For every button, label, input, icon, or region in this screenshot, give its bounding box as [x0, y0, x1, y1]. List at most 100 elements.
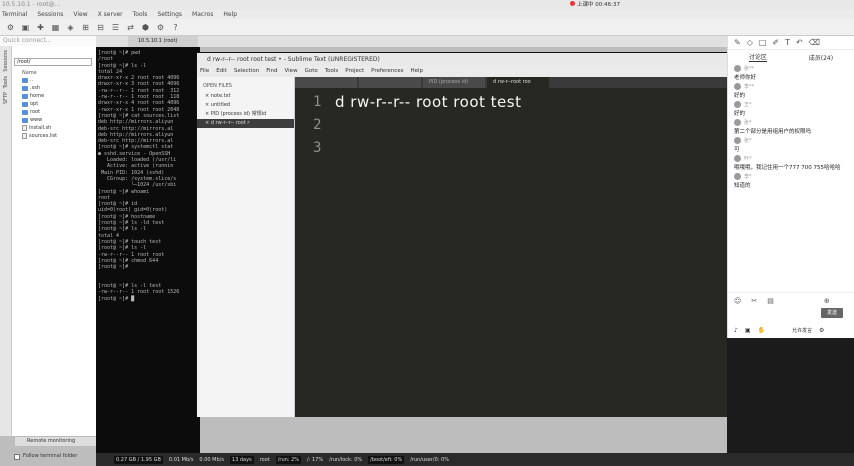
status-up: 0.01 Mb/s [168, 456, 194, 463]
smenu-goto[interactable]: Goto [305, 66, 318, 77]
emoji-icon[interactable]: ☺ [734, 297, 741, 305]
smenu-selection[interactable]: Selection [234, 66, 259, 77]
folder-icon [22, 93, 28, 99]
session-tab[interactable]: 10.5.10.1 (root) [128, 36, 198, 47]
smenu-find[interactable]: Find [266, 66, 277, 77]
file-item[interactable]: www [12, 116, 96, 124]
menu-tools[interactable]: Tools [133, 10, 148, 19]
code-line[interactable]: d rw-r--r-- root root test [335, 93, 521, 111]
status-user: root [259, 456, 270, 463]
smenu-tools[interactable]: Tools [325, 66, 339, 77]
session-icon[interactable]: ⚙ [6, 23, 15, 32]
chat-message: 王* 好的 [734, 101, 752, 117]
path-input[interactable]: /root/ [14, 58, 92, 66]
menu-view[interactable]: View [73, 10, 87, 19]
file-item[interactable]: .ssh [12, 84, 96, 92]
menu-terminal[interactable]: Terminal [2, 10, 27, 19]
avatar [734, 119, 741, 126]
follow-terminal-folder[interactable]: Follow terminal folder [14, 452, 98, 461]
settings-icon[interactable]: ⚙ [156, 23, 165, 32]
chat-message: 张* 第二个部分是用组用户的权限吗 [734, 119, 812, 135]
help-icon[interactable]: ? [171, 23, 180, 32]
clear-icon[interactable]: ⌫ [809, 38, 820, 47]
editor-tab[interactable] [359, 77, 421, 88]
undo-icon[interactable]: ↶ [796, 38, 803, 47]
menu-macros[interactable]: Macros [192, 10, 213, 19]
mic-icon[interactable]: ♪ [734, 327, 738, 334]
rect-icon[interactable]: □ [759, 38, 767, 47]
smenu-project[interactable]: Project [345, 66, 364, 77]
file-item[interactable]: opt [12, 100, 96, 108]
gear-icon[interactable]: ⚙ [819, 327, 824, 334]
view-icon[interactable]: ⊞ [81, 23, 90, 32]
image-icon[interactable]: ▣ [745, 327, 751, 334]
games-icon[interactable]: ▦ [51, 23, 60, 32]
sublime-menu: File Edit Selection Find View Goto Tools… [197, 66, 729, 77]
file-item[interactable]: install.sh [12, 124, 96, 132]
folder-icon [22, 101, 28, 107]
pencil-icon[interactable]: ✐ [772, 38, 779, 47]
multiexec-icon[interactable]: ☰ [111, 23, 120, 32]
menu-settings[interactable]: Settings [157, 10, 182, 19]
text-icon[interactable]: T [785, 38, 790, 47]
file-item[interactable]: sources.list [12, 132, 96, 140]
tunneling-icon[interactable]: ⇄ [126, 23, 135, 32]
editor-tab-active[interactable]: d rw-r--root roo [487, 77, 549, 88]
pen-icon[interactable]: ✎ [734, 38, 741, 47]
left-vertical-tabs: Sessions Tools SFTP [0, 46, 12, 436]
remote-monitoring-button[interactable]: Remote monitoring [14, 436, 98, 447]
code-editor[interactable]: 1 2 3 d rw-r--r-- root root test [295, 88, 729, 417]
smenu-file[interactable]: File [200, 66, 209, 77]
open-file-item[interactable]: × d rw-r--r-- root r [197, 119, 294, 128]
open-files-label: OPEN FILES [203, 83, 232, 89]
terminal-line: [root@ ~]# █ [98, 295, 135, 302]
sessions-icon[interactable]: ◈ [66, 23, 75, 32]
follow-checkbox[interactable] [14, 453, 20, 460]
status-mem: 0.27 GB / 1.95 GB [114, 455, 163, 464]
smenu-edit[interactable]: Edit [216, 66, 227, 77]
add-icon[interactable]: ⊕ [824, 297, 830, 305]
status-disk-root: /: 17% [307, 456, 324, 463]
packages-icon[interactable]: ⬢ [141, 23, 150, 32]
menu-help[interactable]: Help [223, 10, 237, 19]
tab-sftp[interactable]: SFTP [3, 92, 9, 104]
file-item[interactable]: .. [12, 76, 96, 84]
file-item[interactable]: home [12, 92, 96, 100]
save-icon[interactable]: ▤ [767, 297, 774, 305]
terminal-output[interactable]: [root@ ~]# pwd/root [root@ ~]# ls -l total… [96, 47, 200, 453]
status-down: 0.00 Mb/s [199, 456, 224, 463]
send-button[interactable]: 发送 [821, 308, 843, 318]
folder-icon [22, 109, 28, 115]
tab-sessions[interactable]: Sessions [3, 50, 9, 72]
tab-discussion[interactable]: 讨论区 [748, 52, 767, 62]
editor-tab[interactable]: PID (process id) [423, 77, 485, 88]
status-disk-lock: /run/lock: 0% [329, 456, 363, 463]
smenu-help[interactable]: Help [410, 66, 423, 77]
smenu-preferences[interactable]: Preferences [371, 66, 403, 77]
chat-toolbar: ✎ ◇ □ ✐ T ↶ ⌫ [728, 36, 854, 50]
editor-tab[interactable] [295, 77, 357, 88]
menu-xserver[interactable]: X server [98, 10, 123, 19]
menu-sessions[interactable]: Sessions [37, 10, 63, 19]
split-icon[interactable]: ⊟ [96, 23, 105, 32]
open-file-item[interactable]: × untitled [197, 101, 294, 110]
server-icon[interactable]: ▣ [21, 23, 30, 32]
quick-connect-input[interactable]: Quick connect... [0, 36, 100, 46]
editor-tab-strip: PID (process id) d rw-r--root roo [295, 77, 729, 88]
tab-tools[interactable]: Tools [3, 76, 9, 88]
shape-icon[interactable]: ◇ [747, 38, 753, 47]
chat-bottom-bar: ♪ ▣ ✋ 允许发言 ⚙ [734, 327, 824, 334]
tab-members[interactable]: 成员(24) [809, 53, 833, 62]
chat-message: 李** 好的 [734, 83, 755, 99]
main-menu-bar: Terminal Sessions View X server Tools Se… [0, 10, 854, 19]
open-file-item[interactable]: × PID (process id) 常规id [197, 110, 294, 119]
file-item[interactable]: root [12, 108, 96, 116]
hand-icon[interactable]: ✋ [758, 327, 765, 334]
chat-message: 张* 可 [734, 137, 752, 153]
tools-icon[interactable]: ✚ [36, 23, 45, 32]
file-icon [22, 133, 27, 139]
open-file-item[interactable]: × note.txt [197, 92, 294, 101]
smenu-view[interactable]: View [285, 66, 298, 77]
scissors-icon[interactable]: ✂ [751, 297, 757, 305]
chat-panel: ✎ ◇ □ ✐ T ↶ ⌫ 讨论区 成员(24) 张** 老师你好 李** 好的 王… [727, 36, 854, 338]
